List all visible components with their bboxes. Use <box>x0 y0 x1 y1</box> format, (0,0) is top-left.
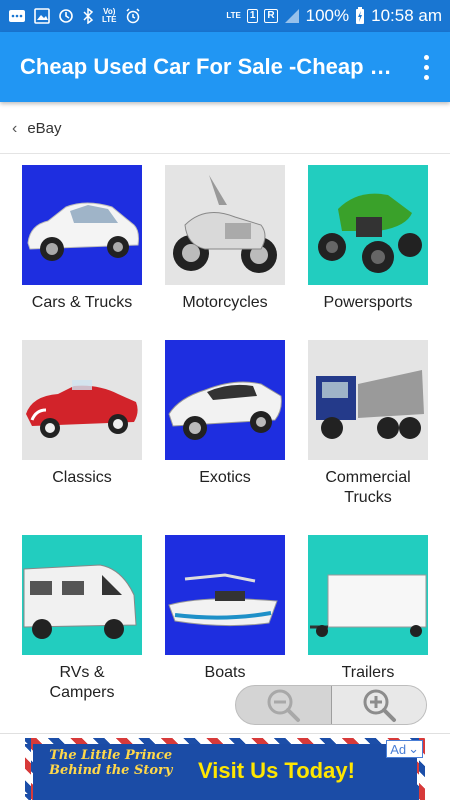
category-classics[interactable]: Classics <box>10 340 154 488</box>
boat-image <box>165 535 285 655</box>
trailer-image <box>308 535 428 655</box>
ad-cta-text: Visit Us Today! <box>198 758 355 783</box>
category-powersports[interactable]: Powersports <box>296 165 440 313</box>
ad-badge-label: Ad <box>390 741 407 757</box>
category-label: Boats <box>204 664 246 681</box>
category-trailers[interactable]: Trailers <box>296 535 440 683</box>
ad-brand-line1: The Little Prince <box>49 748 173 763</box>
page-title: Cheap Used Car For Sale -Cheap Car <box>20 54 395 79</box>
exotic-car-image <box>165 340 285 460</box>
volte-icon: Vo) LTE <box>102 7 117 24</box>
lte-indicator-icon: LTE <box>226 11 241 20</box>
alarm-icon <box>125 8 141 24</box>
category-grid: Cars & Trucks Motorcycles Powersports Cl… <box>0 160 450 730</box>
category-label: Cars & Trucks <box>31 294 133 311</box>
motorcycle-image <box>165 165 285 285</box>
category-rvs-campers[interactable]: RVs & Campers <box>10 535 154 703</box>
atv-image <box>308 165 428 285</box>
zoom-in-icon <box>363 689 396 722</box>
truck-image <box>308 340 428 460</box>
classic-car-image <box>22 340 142 460</box>
rv-image <box>22 535 142 655</box>
ad-brand: The Little Prince Behind the Story <box>49 748 172 778</box>
category-label: Trailers <box>341 664 395 681</box>
zoom-controls <box>235 685 427 725</box>
chevron-down-icon: ⌄ <box>408 741 419 756</box>
divider <box>0 733 450 734</box>
zoom-out-icon <box>267 689 301 722</box>
category-label: Classics <box>52 469 112 486</box>
chevron-left-icon[interactable]: ‹ <box>12 120 17 138</box>
zoom-in-button[interactable] <box>330 686 426 724</box>
sim-slot-icon: 1 <box>246 9 259 23</box>
bluetooth-icon <box>82 8 94 24</box>
app-bar: Cheap Used Car For Sale -Cheap Car <box>0 32 450 102</box>
category-label: Powersports <box>323 294 413 311</box>
category-boats[interactable]: Boats <box>153 535 297 683</box>
category-motorcycles[interactable]: Motorcycles <box>153 165 297 313</box>
zoom-out-button[interactable] <box>236 686 331 724</box>
category-cars-trucks[interactable]: Cars & Trucks <box>10 165 154 313</box>
signal-icon <box>284 8 300 24</box>
category-label: RVs & Campers <box>49 664 115 701</box>
ad-brand-line2: Behind the Story <box>49 763 173 778</box>
category-exotics[interactable]: Exotics <box>153 340 297 488</box>
ad-banner[interactable]: The Little Prince Behind the Story Visit… <box>25 738 425 800</box>
clock: 10:58 am <box>371 6 442 25</box>
breadcrumb-label: eBay <box>27 120 62 137</box>
battery-charging-icon <box>355 7 365 25</box>
battery-percent: 100% <box>305 6 350 25</box>
gallery-icon <box>34 8 50 24</box>
car-image <box>22 165 142 285</box>
status-bar: Vo) LTE LTE 1 R 100% 10:58 am <box>0 0 450 32</box>
message-icon <box>8 9 26 23</box>
roaming-signal-icon: R <box>264 9 278 23</box>
sync-icon <box>58 8 74 24</box>
category-label: Commercial Trucks <box>325 469 411 506</box>
category-commercial-trucks[interactable]: Commercial Trucks <box>296 340 440 508</box>
breadcrumb[interactable]: ‹ eBay <box>0 104 450 154</box>
ad-content: The Little Prince Behind the Story Visit… <box>33 744 417 800</box>
more-options-icon[interactable] <box>416 52 436 82</box>
ad-choices-badge[interactable]: Ad ⌄ <box>386 740 423 758</box>
category-label: Exotics <box>199 469 251 486</box>
category-label: Motorcycles <box>182 294 268 311</box>
